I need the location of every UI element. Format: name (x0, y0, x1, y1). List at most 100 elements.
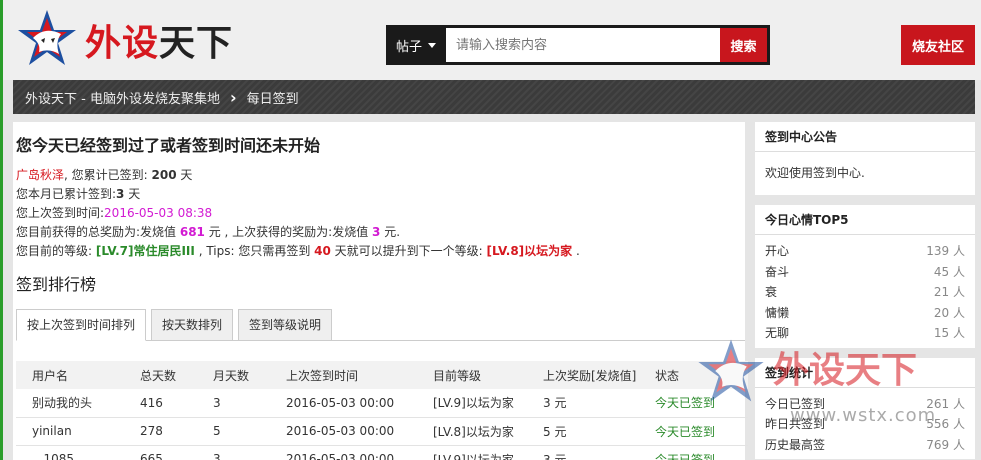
list-item: 慵懒 20 人 (765, 303, 965, 324)
col-status: 状态 (639, 361, 748, 389)
level-mid2: 天就可以提升到下一个等级: (330, 244, 487, 258)
level-end: . (572, 244, 580, 258)
table-row: yinilan 278 5 2016-05-03 00:00 [LV.8]以坛为… (16, 417, 748, 446)
table-header-row: 用户名 总天数 月天数 上次签到时间 目前等级 上次奖励[发烧值] 状态 (16, 361, 748, 389)
mood-name: 开心 (765, 244, 790, 258)
list-item: 今日已签到 261 人 (765, 394, 965, 415)
list-item: 开心 139 人 (765, 241, 965, 262)
stats-list: 今日已签到 261 人 昨日共签到 556 人 历史最高签 769 人 (755, 388, 975, 460)
breadcrumb-current: 每日签到 (246, 91, 299, 107)
mood-list: 开心 139 人 奋斗 45 人 衰 21 人 慵懒 20 人 无聊 15 人 (755, 235, 975, 348)
total-sign-line: 广岛秋泽, 您累计已签到: 200 天 (16, 166, 745, 185)
mood-name: 奋斗 (765, 264, 790, 279)
col-month-days: 月天数 (197, 361, 270, 389)
search-button[interactable]: 搜索 (720, 25, 770, 65)
cell-last-time: 2016-05-03 00:00 (270, 445, 417, 460)
cell-last-time: 2016-05-03 00:00 (270, 389, 417, 418)
stats-title: 签到统计 (755, 358, 975, 388)
stat-count: 261 人 (926, 396, 965, 411)
last-sign-line: 您上次签到时间:2016-05-03 08:38 (16, 204, 745, 223)
search-type-dropdown[interactable]: 帖子 (386, 25, 446, 65)
cell-username[interactable]: 别动我的头 (16, 389, 124, 418)
cell-total-days: 665 (124, 445, 197, 460)
level-prefix: 您目前的等级: (16, 244, 96, 258)
tab-by-days[interactable]: 按天数排列 (151, 309, 234, 341)
sign-info: 广岛秋泽, 您累计已签到: 200 天 您本月已累计签到:3 天 您上次签到时间… (16, 166, 745, 261)
list-item: 无聊 15 人 (765, 323, 965, 344)
community-button[interactable]: 烧友社区 (901, 25, 975, 65)
cell-month-days: 5 (197, 417, 270, 446)
mood-count: 15 人 (933, 326, 965, 340)
cell-status: 今天已签到 (639, 445, 748, 460)
username-link[interactable]: 广岛秋泽 (16, 168, 64, 182)
stat-count: 556 人 (926, 417, 965, 431)
stat-count: 769 人 (926, 437, 965, 452)
cell-status: 今天已签到 (639, 389, 748, 418)
col-level: 目前等级 (417, 361, 527, 389)
search-input[interactable] (446, 25, 720, 65)
cell-month-days: 3 (197, 445, 270, 460)
cell-level: [LV.8]以坛为家 (417, 417, 527, 446)
mood-panel: 今日心情TOP5 开心 139 人 奋斗 45 人 衰 21 人 慵懒 20 人 无聊 1… (755, 205, 975, 348)
mood-count: 139 人 (926, 244, 965, 258)
col-total-days: 总天数 (124, 361, 197, 389)
level-current: [LV.7]常住居民III (95, 244, 195, 258)
cell-username[interactable]: yinilan (16, 417, 124, 446)
reward-total: 681 (179, 225, 205, 239)
level-next: [LV.8]以坛为家 (486, 244, 573, 258)
list-item: 历史最高签 769 人 (765, 435, 965, 456)
col-last-time: 上次签到时间 (270, 361, 417, 389)
rank-tabs: 按上次签到时间排列 按天数排列 签到等级说明 (16, 309, 745, 341)
stats-panel: 签到统计 今日已签到 261 人 昨日共签到 556 人 历史最高签 769 人 (755, 357, 975, 460)
tab-level-info[interactable]: 签到等级说明 (238, 309, 333, 341)
col-last-reward: 上次奖励[发烧值] (527, 361, 639, 389)
mood-count: 20 人 (933, 305, 965, 320)
breadcrumb: 外设天下 - 电脑外设发烧友聚集地 › 每日签到 (13, 80, 975, 114)
search-type-label: 帖子 (395, 39, 422, 55)
mood-count: 21 人 (933, 285, 965, 299)
table-row: ...1085 665 3 2016-05-03 00:00 [LV.9]以坛为… (16, 445, 748, 460)
list-item: 奋斗 45 人 (765, 262, 965, 283)
col-username: 用户名 (16, 361, 124, 389)
cell-level: [LV.9]以坛为家 (417, 445, 527, 460)
total-days: 200 (151, 168, 177, 182)
notice-panel: 签到中心公告 欢迎使用签到中心. (755, 122, 975, 195)
cell-last-time: 2016-05-03 00:00 (270, 417, 417, 446)
notice-text: 欢迎使用签到中心. (765, 166, 865, 180)
cell-month-days: 3 (197, 389, 270, 418)
tab-by-last-time[interactable]: 按上次签到时间排列 (16, 309, 147, 341)
last-prefix: 您上次签到时间: (16, 206, 105, 220)
stat-name: 历史最高签 (765, 437, 826, 452)
cell-level: [LV.9]以坛为家 (417, 389, 527, 418)
table-row: 别动我的头 416 3 2016-05-03 00:00 [LV.9]以坛为家 … (16, 389, 748, 418)
rank-title: 签到排行榜 (16, 275, 97, 294)
reward-mid: 元 , 上次获得的奖励为:发烧值 (204, 225, 373, 239)
level-line: 您目前的等级: [LV.7]常住居民III , Tips: 您只需再签到 40 … (16, 242, 745, 261)
month-days: 3 (116, 187, 125, 201)
stat-name: 昨日共签到 (765, 417, 826, 431)
cell-total-days: 278 (124, 417, 197, 446)
reward-line: 您目前获得的总奖励为:发烧值 681 元 , 上次获得的奖励为:发烧值 3 元. (16, 223, 745, 242)
page-title: 您今天已经签到过了或者签到时间还未开始 (16, 136, 321, 155)
level-days: 40 (314, 244, 331, 258)
site-logo[interactable]: 外设天下 (15, 8, 260, 68)
logo-text-red: 外设 (85, 22, 160, 64)
reward-suffix: 元. (380, 225, 401, 239)
logo-wordmark: 外设天下 (85, 14, 233, 66)
mood-title: 今日心情TOP5 (755, 205, 975, 235)
breadcrumb-home-link[interactable]: 外设天下 - 电脑外设发烧友聚集地 (25, 88, 220, 107)
mood-name: 慵懒 (765, 305, 790, 320)
site-header: 外设天下 帖子 搜索 烧友社区 (3, 0, 981, 80)
total-day-unit: 天 (180, 168, 193, 182)
month-prefix: 您本月已累计签到: (16, 187, 117, 201)
cell-last-reward: 3 元 (527, 445, 639, 460)
month-sign-line: 您本月已累计签到:3 天 (16, 185, 745, 204)
cell-username[interactable]: ...1085 (16, 445, 124, 460)
cell-last-reward: 3 元 (527, 389, 639, 418)
reward-prefix: 您目前获得的总奖励为:发烧值 (16, 225, 180, 239)
search-bar: 帖子 搜索 (386, 25, 770, 65)
total-prefix: , 您累计已签到: (64, 168, 152, 182)
cell-status: 今天已签到 (639, 417, 748, 446)
chevron-right-icon: › (229, 87, 237, 107)
sidebar: 签到中心公告 欢迎使用签到中心. 今日心情TOP5 开心 139 人 奋斗 45 人… (755, 122, 975, 460)
